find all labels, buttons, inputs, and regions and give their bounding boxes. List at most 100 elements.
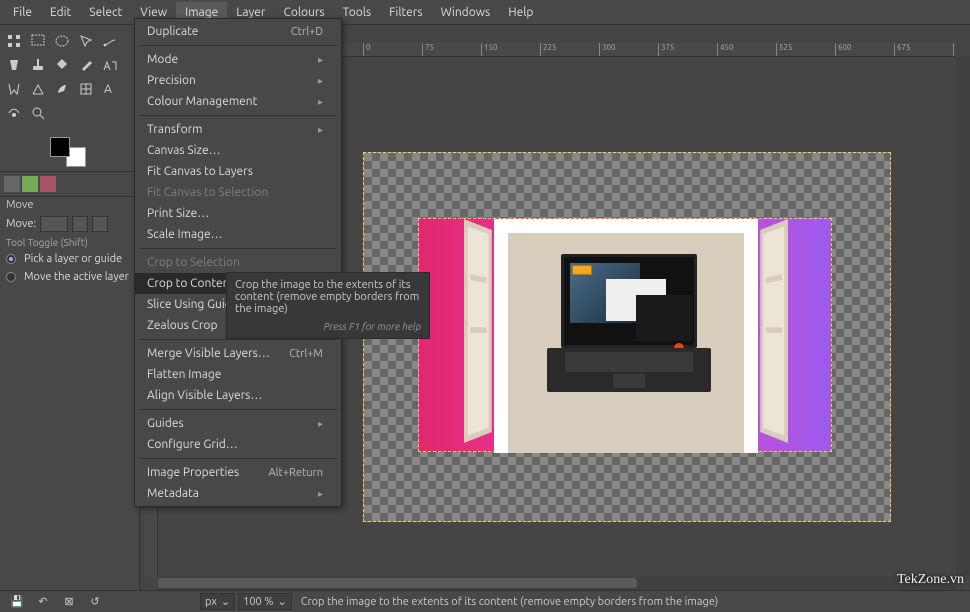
tool-free-select-icon[interactable] <box>75 30 97 52</box>
submenu-arrow-icon: ▸ <box>318 124 323 136</box>
tool-bucket-icon[interactable] <box>3 54 25 76</box>
menu-tooltip: Crop the image to the extents of its con… <box>226 272 430 339</box>
menu-item-crop-to-selection: Crop to Selection <box>135 252 341 273</box>
tab-tool-options-icon[interactable] <box>4 176 20 192</box>
tab-images-icon[interactable] <box>40 176 56 192</box>
ruler-tick: 675 <box>894 43 911 57</box>
menu-item-guides[interactable]: Guides▸ <box>135 413 341 434</box>
radio-icon <box>6 254 16 264</box>
ruler-tick: 750 <box>953 43 956 57</box>
tool-text2-icon[interactable]: A <box>99 78 121 100</box>
submenu-arrow-icon: ▸ <box>318 418 323 430</box>
ruler-tick: 75 <box>422 43 434 57</box>
menu-item-image-properties[interactable]: Image PropertiesAlt+Return <box>135 462 341 483</box>
zoom-selector[interactable]: 100 %⌄ <box>238 593 292 610</box>
tooltip-text: Crop the image to the extents of its con… <box>235 279 421 315</box>
menu-separator <box>139 45 337 46</box>
color-swatches[interactable] <box>50 137 86 167</box>
move-target-selection-icon[interactable] <box>72 216 88 232</box>
tool-crop-icon[interactable] <box>27 54 49 76</box>
tool-smudge-icon[interactable] <box>51 78 73 100</box>
menu-item-colour-management[interactable]: Colour Management▸ <box>135 91 341 112</box>
ruler-tick: 600 <box>835 43 852 57</box>
menu-edit[interactable]: Edit <box>41 2 80 23</box>
unit-selector[interactable]: px⌄ <box>200 593 235 610</box>
radio-icon <box>6 272 16 282</box>
tool-align-icon[interactable] <box>75 78 97 100</box>
tool-zoom-icon[interactable] <box>27 102 49 124</box>
move-target-layer-icon[interactable] <box>40 216 68 232</box>
fg-color-swatch[interactable] <box>50 137 70 157</box>
tool-warp-icon[interactable] <box>3 78 25 100</box>
artwork-gradient-layer <box>418 218 832 452</box>
scrollbar-horizontal[interactable] <box>158 576 956 590</box>
ruler-tick: 525 <box>776 43 793 57</box>
desktop-window-3 <box>636 295 692 341</box>
laptop-keyboard <box>547 348 711 392</box>
tooltip-help: Press F1 for more help <box>235 321 421 332</box>
ruler-tick: 450 <box>717 43 734 57</box>
tool-fuzzy-select-icon[interactable] <box>99 30 121 52</box>
ruler-tick: 225 <box>540 43 557 57</box>
submenu-arrow-icon: ▸ <box>318 96 323 108</box>
dock-tabs <box>0 171 139 197</box>
tool-grid: A <box>0 25 139 129</box>
hello-badge <box>572 265 592 275</box>
window-pane-left <box>464 219 492 443</box>
menu-separator <box>139 458 337 459</box>
menu-item-merge-visible-layers[interactable]: Merge Visible Layers…Ctrl+M <box>135 343 341 364</box>
ruler-tick: 150 <box>481 43 498 57</box>
svg-text:A: A <box>104 83 112 96</box>
tool-rotate-icon[interactable] <box>51 54 73 76</box>
move-target-path-icon[interactable] <box>92 216 108 232</box>
tool-options-title: Move <box>0 197 139 213</box>
close-icon[interactable]: ⊠ <box>62 595 76 609</box>
menu-item-configure-grid[interactable]: Configure Grid… <box>135 434 341 455</box>
window-pane-right <box>760 219 788 443</box>
reset-icon[interactable]: ↺ <box>88 595 102 609</box>
menu-select[interactable]: Select <box>80 2 131 23</box>
undo-icon[interactable]: ↶ <box>36 595 50 609</box>
opt-move-active[interactable]: Move the active layer <box>0 268 139 286</box>
menu-item-align-visible-layers[interactable]: Align Visible Layers… <box>135 385 341 406</box>
statusbar-left-icons: 💾 ↶ ⊠ ↺ <box>0 595 140 609</box>
menu-item-print-size[interactable]: Print Size… <box>135 203 341 224</box>
menu-windows[interactable]: Windows <box>432 2 500 23</box>
move-label: Move: <box>6 218 36 230</box>
tool-move-icon[interactable] <box>3 30 25 52</box>
menu-item-flatten-image[interactable]: Flatten Image <box>135 364 341 385</box>
scrollbar-thumb[interactable] <box>158 578 637 588</box>
menu-separator <box>139 339 337 340</box>
menu-separator <box>139 248 337 249</box>
tool-dodge-icon[interactable] <box>3 102 25 124</box>
scrollbar-vertical[interactable] <box>956 57 970 576</box>
menu-item-transform[interactable]: Transform▸ <box>135 119 341 140</box>
menu-item-duplicate[interactable]: DuplicateCtrl+D <box>135 21 341 42</box>
tab-device-icon[interactable] <box>22 176 38 192</box>
tool-measure-icon[interactable] <box>27 78 49 100</box>
menu-item-metadata[interactable]: Metadata▸ <box>135 483 341 504</box>
tool-text-icon[interactable] <box>99 54 121 76</box>
menu-item-canvas-size[interactable]: Canvas Size… <box>135 140 341 161</box>
menu-item-scale-image[interactable]: Scale Image… <box>135 224 341 245</box>
menu-file[interactable]: File <box>4 2 41 23</box>
tool-pencil-icon[interactable] <box>75 54 97 76</box>
laptop-screen <box>561 254 697 348</box>
menu-separator <box>139 409 337 410</box>
save-icon[interactable]: 💾 <box>10 595 24 609</box>
image-menu-dropdown: DuplicateCtrl+D Mode▸Precision▸Colour Man… <box>134 18 342 507</box>
menu-item-fit-canvas-to-layers[interactable]: Fit Canvas to Layers <box>135 161 341 182</box>
menu-help[interactable]: Help <box>499 2 542 23</box>
opt-pick-layer[interactable]: Pick a layer or guide <box>0 250 139 268</box>
menu-item-fit-canvas-to-selection: Fit Canvas to Selection <box>135 182 341 203</box>
submenu-arrow-icon: ▸ <box>318 488 323 500</box>
menu-item-precision[interactable]: Precision▸ <box>135 70 341 91</box>
menu-filters[interactable]: Filters <box>380 2 431 23</box>
watermark: TekZone.vn <box>897 572 964 588</box>
toolbox-panel: A Move Move: Tool Toggle (Shift) Pick a … <box>0 25 140 600</box>
ruler-tick: 375 <box>658 43 675 57</box>
tool-rect-select-icon[interactable] <box>27 30 49 52</box>
ruler-tick: 300 <box>599 43 616 57</box>
tool-ellipse-select-icon[interactable] <box>51 30 73 52</box>
menu-item-mode[interactable]: Mode▸ <box>135 49 341 70</box>
